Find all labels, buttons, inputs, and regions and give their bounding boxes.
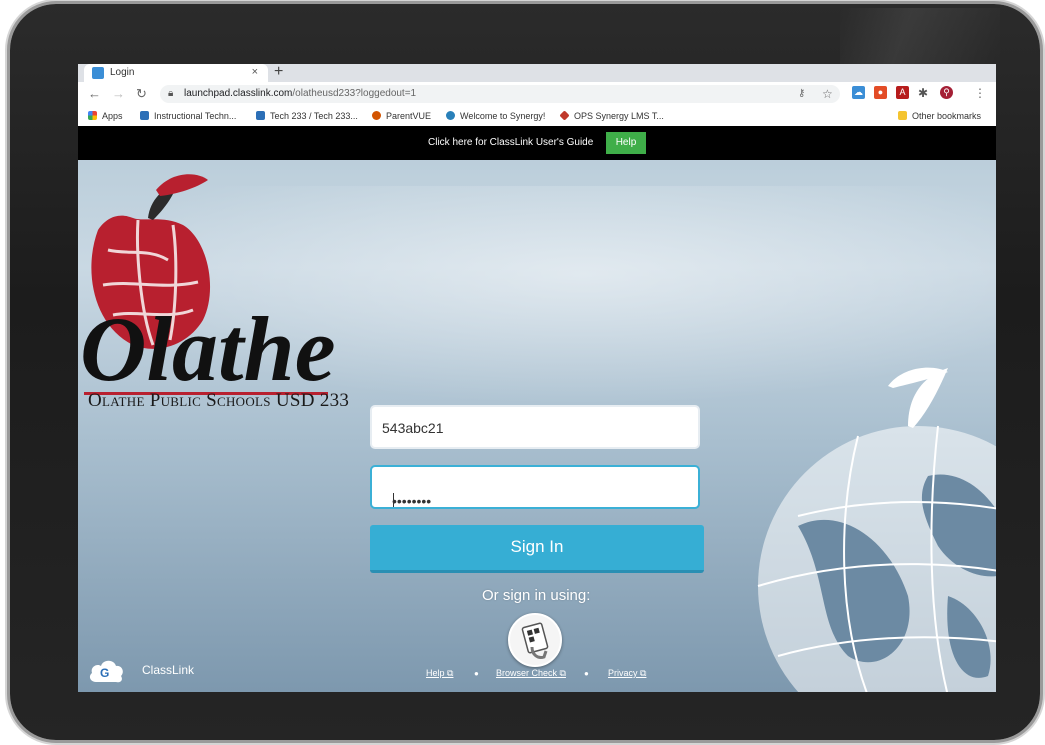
password-field[interactable]: •••••••• bbox=[370, 465, 700, 509]
synergy-icon bbox=[372, 111, 381, 120]
url-host: launchpad.classlink.com bbox=[184, 88, 293, 99]
extension-icon[interactable]: ● bbox=[874, 86, 887, 99]
user-guide-bar: Click here for ClassLink User's Guide He… bbox=[78, 126, 996, 160]
bookmark-parentvue[interactable]: ParentVUE bbox=[372, 111, 431, 121]
tab-bar: Login × + bbox=[78, 64, 996, 82]
qr-card-icon bbox=[521, 622, 549, 659]
footer-help-link[interactable]: Help ⧉ bbox=[426, 668, 453, 679]
star-icon[interactable]: ☆ bbox=[822, 87, 833, 101]
help-button[interactable]: Help bbox=[606, 132, 646, 154]
footer-separator: ● bbox=[584, 669, 589, 678]
diamond-icon bbox=[559, 110, 570, 121]
bookmark-synergy[interactable]: Welcome to Synergy! bbox=[446, 111, 545, 121]
tablet-glare bbox=[840, 8, 1000, 68]
url-input[interactable]: 🔒︎ launchpad.classlink.com/olatheusd233?… bbox=[160, 85, 840, 103]
quickcard-signin-button[interactable] bbox=[508, 613, 562, 667]
tab-title: Login bbox=[110, 67, 135, 78]
footer-privacy-link[interactable]: Privacy ⧉ bbox=[608, 668, 646, 679]
address-bar-row: ← → ↻ 🔒︎ launchpad.classlink.com/olatheu… bbox=[78, 82, 996, 106]
forward-icon[interactable]: → bbox=[112, 86, 125, 101]
district-name: Olathe Public Schools USD 233 bbox=[88, 390, 350, 411]
apple-globe-watermark-icon bbox=[757, 367, 996, 692]
menu-kebab-icon[interactable]: ⋮ bbox=[974, 86, 986, 100]
url-path: /olatheusd233?loggedout=1 bbox=[292, 88, 417, 99]
bookmark-ops-lms[interactable]: OPS Synergy LMS T... bbox=[559, 110, 664, 121]
new-tab-button[interactable]: + bbox=[274, 64, 283, 81]
olathe-logo: Olathe bbox=[80, 174, 336, 400]
synergy-icon bbox=[446, 111, 455, 120]
reload-icon[interactable]: ↻ bbox=[136, 86, 147, 102]
alternate-signin-label: Or sign in using: bbox=[482, 587, 591, 604]
classlink-extension-icon[interactable]: ☁ bbox=[852, 86, 865, 99]
user-guide-link[interactable]: Click here for ClassLink User's Guide bbox=[428, 137, 593, 148]
apps-grid-icon bbox=[88, 111, 97, 120]
profile-avatar-icon[interactable]: ⚲ bbox=[940, 86, 953, 99]
screen: Login × + ← → ↻ 🔒︎ launchpad.classlink.c… bbox=[78, 64, 996, 692]
tab-close-icon[interactable]: × bbox=[252, 66, 258, 78]
tablet-frame: Login × + ← → ↻ 🔒︎ launchpad.classlink.c… bbox=[10, 4, 1040, 740]
classlink-brand: ClassLink bbox=[142, 663, 195, 677]
classlink-logo-icon: G bbox=[89, 660, 123, 683]
footer-browser-check-link[interactable]: Browser Check ⧉ bbox=[496, 668, 566, 679]
svg-text:Olathe: Olathe bbox=[80, 298, 336, 400]
footer-separator: ● bbox=[474, 669, 479, 678]
puzzle-icon[interactable]: ✱ bbox=[918, 86, 928, 100]
folder-icon bbox=[898, 111, 907, 120]
bookmarks-bar: Apps Instructional Techn... Tech 233 / T… bbox=[78, 106, 996, 127]
text-caret bbox=[393, 493, 394, 507]
olathe-icon bbox=[140, 111, 149, 120]
lock-icon: 🔒︎ bbox=[168, 88, 174, 99]
browser-tab[interactable]: Login × bbox=[84, 64, 268, 82]
back-icon[interactable]: ← bbox=[88, 86, 101, 101]
pdf-extension-icon[interactable]: A bbox=[896, 86, 909, 99]
sign-in-button[interactable]: Sign In bbox=[370, 525, 704, 573]
bookmark-instructional[interactable]: Instructional Techn... bbox=[140, 111, 236, 121]
login-page: Click here for ClassLink User's Guide He… bbox=[78, 126, 996, 692]
bookmark-tech233[interactable]: Tech 233 / Tech 233... bbox=[256, 111, 358, 121]
username-field[interactable]: 543abc21 bbox=[370, 405, 700, 449]
olathe-icon bbox=[256, 111, 265, 120]
username-value: 543abc21 bbox=[382, 420, 444, 436]
other-bookmarks[interactable]: Other bookmarks bbox=[898, 111, 981, 121]
key-icon[interactable]: ⚷ bbox=[798, 88, 805, 99]
bookmark-apps[interactable]: Apps bbox=[88, 111, 123, 121]
svg-text:G: G bbox=[100, 666, 109, 680]
classlink-favicon-icon bbox=[92, 67, 104, 79]
